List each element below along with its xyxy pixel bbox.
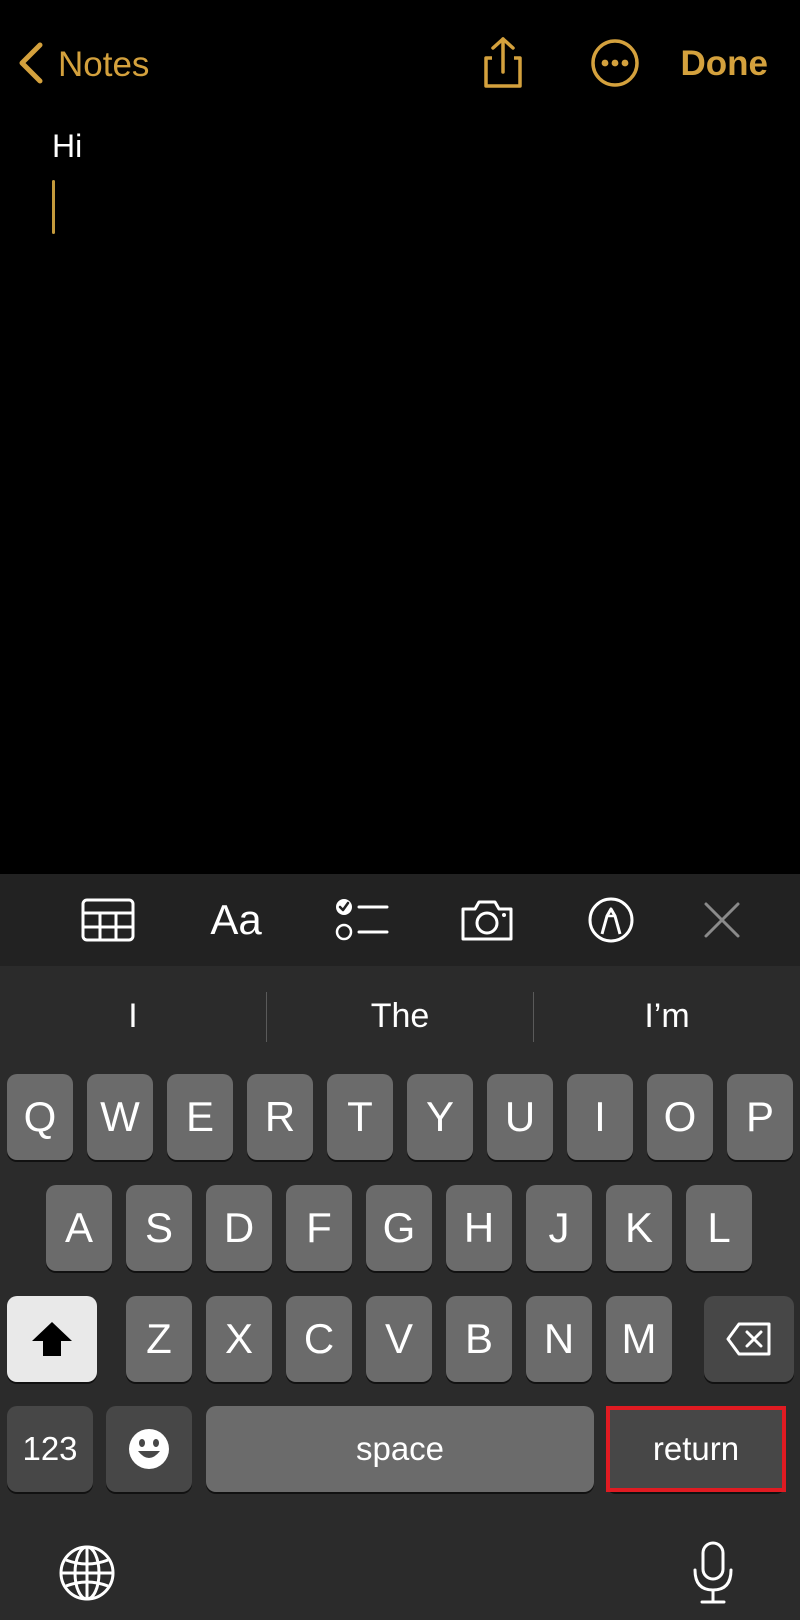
share-icon [484, 37, 522, 88]
checklist-icon [335, 899, 389, 941]
key-m[interactable]: M [606, 1296, 672, 1382]
key-o[interactable]: O [647, 1074, 713, 1160]
close-icon [704, 902, 740, 938]
key-a[interactable]: A [46, 1185, 112, 1271]
key-s[interactable]: S [126, 1185, 192, 1271]
emoji-key[interactable] [106, 1406, 192, 1492]
space-key[interactable]: space [206, 1406, 594, 1492]
note-text-area[interactable]: Hi [52, 128, 752, 848]
table-button[interactable] [80, 890, 136, 950]
text-cursor [52, 180, 55, 234]
backspace-key[interactable] [704, 1296, 794, 1382]
key-l[interactable]: L [686, 1185, 752, 1271]
key-q[interactable]: Q [7, 1074, 73, 1160]
back-button[interactable]: Notes [16, 40, 149, 90]
key-x[interactable]: X [206, 1296, 272, 1382]
globe-icon [59, 1545, 115, 1601]
microphone-icon [693, 1541, 733, 1604]
suggestion-2[interactable]: The [267, 966, 533, 1066]
key-r[interactable]: R [247, 1074, 313, 1160]
table-icon [81, 898, 135, 942]
numbers-key[interactable]: 123 [7, 1406, 93, 1492]
keyboard: I The I’m [0, 966, 800, 1620]
text-format-button[interactable]: Aa [204, 890, 268, 950]
key-z[interactable]: Z [126, 1296, 192, 1382]
text-format-label: Aa [210, 896, 262, 943]
suggestion-3[interactable]: I’m [534, 966, 800, 1066]
camera-icon [461, 900, 513, 941]
key-y[interactable]: Y [407, 1074, 473, 1160]
key-t[interactable]: T [327, 1074, 393, 1160]
key-i[interactable]: I [567, 1074, 633, 1160]
key-b[interactable]: B [446, 1296, 512, 1382]
suggestion-1[interactable]: I [0, 966, 266, 1066]
key-g[interactable]: G [366, 1185, 432, 1271]
ellipsis-circle-icon [591, 39, 639, 87]
return-key[interactable]: return [606, 1406, 786, 1492]
shift-icon [32, 1322, 72, 1356]
done-button[interactable]: Done [681, 44, 769, 84]
more-options-button[interactable] [588, 36, 642, 90]
key-k[interactable]: K [606, 1185, 672, 1271]
backspace-icon [726, 1322, 771, 1356]
key-u[interactable]: U [487, 1074, 553, 1160]
key-p[interactable]: P [727, 1074, 793, 1160]
checklist-button[interactable] [334, 890, 390, 950]
predictive-suggestions: I The I’m [0, 966, 800, 1066]
back-label: Notes [58, 45, 150, 84]
markup-pen-icon [588, 897, 634, 943]
navigation-bar: Notes Done [0, 0, 800, 130]
key-w[interactable]: W [87, 1074, 153, 1160]
close-toolbar-button[interactable] [702, 890, 742, 950]
markup-button[interactable] [586, 890, 636, 950]
key-n[interactable]: N [526, 1296, 592, 1382]
key-d[interactable]: D [206, 1185, 272, 1271]
note-text: Hi [52, 128, 83, 164]
camera-button[interactable] [458, 890, 516, 950]
key-j[interactable]: J [526, 1185, 592, 1271]
dictation-button[interactable] [692, 1540, 734, 1611]
chevron-left-icon [16, 41, 46, 90]
emoji-icon [129, 1429, 169, 1469]
shift-key[interactable] [7, 1296, 97, 1382]
key-f[interactable]: F [286, 1185, 352, 1271]
key-h[interactable]: H [446, 1185, 512, 1271]
key-e[interactable]: E [167, 1074, 233, 1160]
key-c[interactable]: C [286, 1296, 352, 1382]
share-button[interactable] [476, 36, 530, 90]
formatting-toolbar: Aa [0, 874, 800, 966]
key-v[interactable]: V [366, 1296, 432, 1382]
globe-button[interactable] [58, 1544, 116, 1607]
